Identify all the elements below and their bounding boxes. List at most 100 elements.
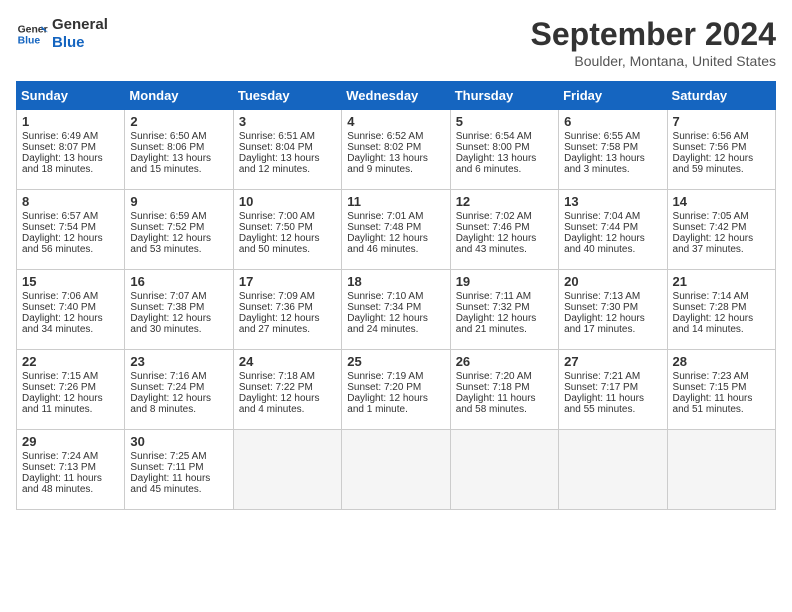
daylight: Daylight: 12 hours and 17 minutes. xyxy=(564,313,645,335)
sunrise: Sunrise: 7:21 AM xyxy=(564,371,640,382)
daylight: Daylight: 12 hours and 27 minutes. xyxy=(239,313,320,335)
daylight: Daylight: 12 hours and 34 minutes. xyxy=(22,313,103,335)
calendar-cell xyxy=(667,430,775,510)
sunset: Sunset: 7:58 PM xyxy=(564,142,638,153)
daylight: Daylight: 12 hours and 50 minutes. xyxy=(239,233,320,255)
sunrise: Sunrise: 6:57 AM xyxy=(22,211,98,222)
sunrise: Sunrise: 7:05 AM xyxy=(673,211,749,222)
calendar-cell: 18Sunrise: 7:10 AMSunset: 7:34 PMDayligh… xyxy=(342,270,450,350)
calendar-row: 22Sunrise: 7:15 AMSunset: 7:26 PMDayligh… xyxy=(17,350,776,430)
logo-line1: General xyxy=(52,16,108,34)
calendar-cell: 14Sunrise: 7:05 AMSunset: 7:42 PMDayligh… xyxy=(667,190,775,270)
sunset: Sunset: 7:36 PM xyxy=(239,302,313,313)
sunset: Sunset: 7:18 PM xyxy=(456,382,530,393)
sunset: Sunset: 7:11 PM xyxy=(130,462,203,473)
daylight: Daylight: 12 hours and 40 minutes. xyxy=(564,233,645,255)
day-number: 21 xyxy=(673,274,770,289)
calendar-cell: 21 Sunrise: 7:14 AMSunset: 7:28 PMDayligh… xyxy=(667,270,775,350)
sunrise: Sunrise: 7:14 AM xyxy=(673,291,749,302)
sunset: Sunset: 7:26 PM xyxy=(22,382,96,393)
calendar-row: 15Sunrise: 7:06 AMSunset: 7:40 PMDayligh… xyxy=(17,270,776,350)
daylight: Daylight: 12 hours and 37 minutes. xyxy=(673,233,754,255)
sunrise: Sunrise: 7:19 AM xyxy=(347,371,423,382)
month-title: September 2024 xyxy=(531,16,776,53)
sunrise: Sunrise: 7:20 AM xyxy=(456,371,532,382)
calendar-cell: 27Sunrise: 7:21 AMSunset: 7:17 PMDayligh… xyxy=(559,350,667,430)
sunrise: Sunrise: 7:15 AM xyxy=(22,371,98,382)
sunset: Sunset: 7:46 PM xyxy=(456,222,530,233)
daylight: Daylight: 13 hours and 3 minutes. xyxy=(564,153,645,175)
sunrise: Sunrise: 7:11 AM xyxy=(456,291,531,302)
daylight: Daylight: 13 hours and 18 minutes. xyxy=(22,153,103,175)
calendar-row: 8Sunrise: 6:57 AMSunset: 7:54 PMDaylight… xyxy=(17,190,776,270)
calendar-cell: 16Sunrise: 7:07 AMSunset: 7:38 PMDayligh… xyxy=(125,270,233,350)
daylight: Daylight: 12 hours and 30 minutes. xyxy=(130,313,211,335)
sunrise: Sunrise: 7:06 AM xyxy=(22,291,98,302)
sunrise: Sunrise: 7:01 AM xyxy=(347,211,423,222)
sunset: Sunset: 7:30 PM xyxy=(564,302,638,313)
day-number: 30 xyxy=(130,434,227,449)
daylight: Daylight: 12 hours and 56 minutes. xyxy=(22,233,103,255)
sunrise: Sunrise: 7:24 AM xyxy=(22,451,98,462)
calendar-cell: 12Sunrise: 7:02 AMSunset: 7:46 PMDayligh… xyxy=(450,190,558,270)
calendar-row: 1Sunrise: 6:49 AMSunset: 8:07 PMDaylight… xyxy=(17,110,776,190)
sunset: Sunset: 8:04 PM xyxy=(239,142,313,153)
sunset: Sunset: 8:02 PM xyxy=(347,142,421,153)
daylight: Daylight: 11 hours and 51 minutes. xyxy=(673,393,753,415)
calendar-cell: 10Sunrise: 7:00 AMSunset: 7:50 PMDayligh… xyxy=(233,190,341,270)
daylight: Daylight: 11 hours and 48 minutes. xyxy=(22,473,102,495)
day-number: 7 xyxy=(673,114,770,129)
calendar-table: SundayMondayTuesdayWednesdayThursdayFrid… xyxy=(16,81,776,510)
sunrise: Sunrise: 6:50 AM xyxy=(130,131,206,142)
daylight: Daylight: 13 hours and 15 minutes. xyxy=(130,153,211,175)
day-number: 1 xyxy=(22,114,119,129)
calendar-row: 29Sunrise: 7:24 AMSunset: 7:13 PMDayligh… xyxy=(17,430,776,510)
page-header: General Blue General Blue September 2024… xyxy=(16,16,776,69)
sunset: Sunset: 7:56 PM xyxy=(673,142,747,153)
calendar-cell: 19Sunrise: 7:11 AMSunset: 7:32 PMDayligh… xyxy=(450,270,558,350)
logo-icon: General Blue xyxy=(16,18,48,50)
day-number: 24 xyxy=(239,354,336,369)
daylight: Daylight: 12 hours and 1 minute. xyxy=(347,393,428,415)
day-number: 6 xyxy=(564,114,661,129)
day-number: 17 xyxy=(239,274,336,289)
sunset: Sunset: 7:52 PM xyxy=(130,222,204,233)
col-header-monday: Monday xyxy=(125,82,233,110)
sunset: Sunset: 7:24 PM xyxy=(130,382,204,393)
calendar-cell: 24Sunrise: 7:18 AMSunset: 7:22 PMDayligh… xyxy=(233,350,341,430)
daylight: Daylight: 12 hours and 8 minutes. xyxy=(130,393,211,415)
daylight: Daylight: 13 hours and 12 minutes. xyxy=(239,153,320,175)
calendar-cell xyxy=(342,430,450,510)
calendar-cell: 17 Sunrise: 7:09 AMSunset: 7:36 PMDayligh… xyxy=(233,270,341,350)
calendar-cell: 25Sunrise: 7:19 AMSunset: 7:20 PMDayligh… xyxy=(342,350,450,430)
daylight: Daylight: 11 hours and 55 minutes. xyxy=(564,393,644,415)
col-header-thursday: Thursday xyxy=(450,82,558,110)
location: Boulder, Montana, United States xyxy=(531,53,776,69)
day-number: 2 xyxy=(130,114,227,129)
sunset: Sunset: 7:13 PM xyxy=(22,462,96,473)
svg-text:Blue: Blue xyxy=(18,36,41,47)
sunset: Sunset: 7:28 PM xyxy=(673,302,747,313)
calendar-cell: 22Sunrise: 7:15 AMSunset: 7:26 PMDayligh… xyxy=(17,350,125,430)
day-number: 16 xyxy=(130,274,227,289)
sunset: Sunset: 7:44 PM xyxy=(564,222,638,233)
calendar-cell: 30Sunrise: 7:25 AMSunset: 7:11 PMDayligh… xyxy=(125,430,233,510)
sunrise: Sunrise: 6:51 AM xyxy=(239,131,315,142)
day-number: 28 xyxy=(673,354,770,369)
sunset: Sunset: 7:34 PM xyxy=(347,302,421,313)
sunrise: Sunrise: 7:09 AM xyxy=(239,291,315,302)
calendar-cell: 2Sunrise: 6:50 AMSunset: 8:06 PMDaylight… xyxy=(125,110,233,190)
sunrise: Sunrise: 7:07 AM xyxy=(130,291,206,302)
calendar-cell: 13Sunrise: 7:04 AMSunset: 7:44 PMDayligh… xyxy=(559,190,667,270)
sunset: Sunset: 7:42 PM xyxy=(673,222,747,233)
daylight: Daylight: 11 hours and 45 minutes. xyxy=(130,473,210,495)
sunset: Sunset: 7:40 PM xyxy=(22,302,96,313)
sunrise: Sunrise: 7:10 AM xyxy=(347,291,423,302)
sunset: Sunset: 7:32 PM xyxy=(456,302,530,313)
day-number: 20 xyxy=(564,274,661,289)
calendar-cell: 26Sunrise: 7:20 AMSunset: 7:18 PMDayligh… xyxy=(450,350,558,430)
logo-line2: Blue xyxy=(52,34,108,52)
daylight: Daylight: 12 hours and 14 minutes. xyxy=(673,313,754,335)
daylight: Daylight: 12 hours and 11 minutes. xyxy=(22,393,103,415)
day-number: 12 xyxy=(456,194,553,209)
